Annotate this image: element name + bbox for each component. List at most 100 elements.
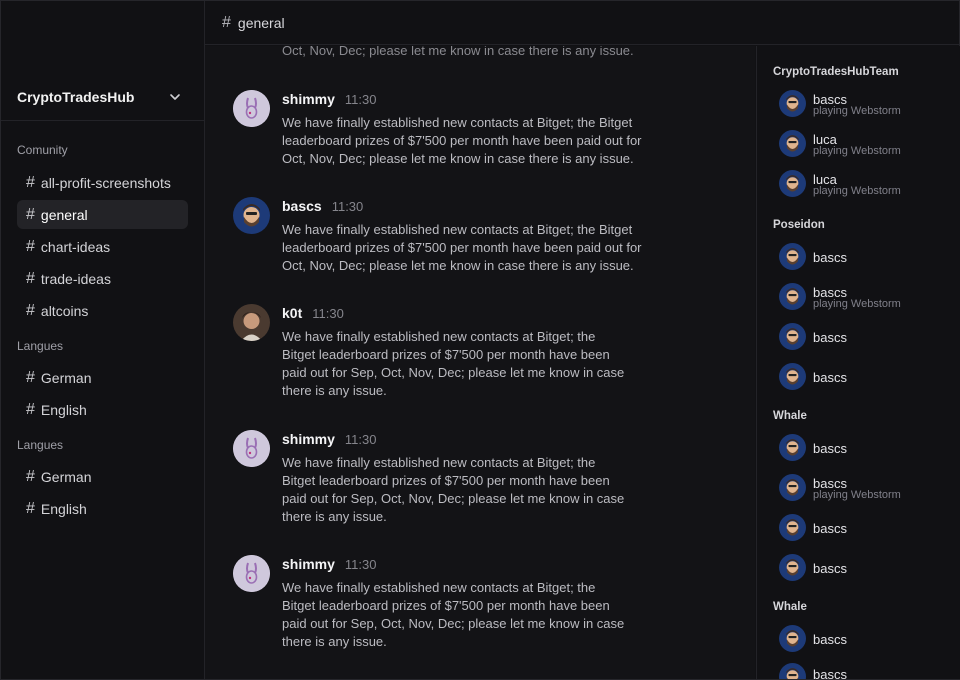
member-list[interactable]: CryptoTradesHubTeam bascs playing Websto… xyxy=(756,46,960,679)
channel-german[interactable]: # German xyxy=(17,363,188,392)
channel-all-profit-screenshots[interactable]: # all-profit-screenshots xyxy=(17,168,188,197)
channel-general[interactable]: # general xyxy=(17,200,188,229)
message: shimmy 11:30 We have finally established… xyxy=(233,90,733,170)
channel-altcoins[interactable]: # altcoins xyxy=(17,296,188,325)
channel-label: German xyxy=(40,369,92,386)
message: k0t 11:30 We have finally established ne… xyxy=(233,304,733,402)
hash-icon: # xyxy=(26,173,35,191)
member-group-label: Whale xyxy=(773,601,807,613)
message-header: k0t 11:30 xyxy=(282,305,344,321)
member-name: bascs xyxy=(813,632,847,647)
avatar-photo[interactable] xyxy=(233,304,270,341)
message-author[interactable]: shimmy xyxy=(282,91,335,107)
message-line: Bitget leaderboard prizes of $7'500 per … xyxy=(282,347,610,362)
server-header[interactable]: CryptoTradesHub xyxy=(1,73,204,121)
member-status: playing Webstorm xyxy=(813,298,901,310)
message-line: Oct, Nov, Dec; please let me know in cas… xyxy=(282,258,634,273)
hash-icon: # xyxy=(26,237,35,255)
channel-label: all-profit-screenshots xyxy=(40,174,171,191)
hash-icon: # xyxy=(26,400,35,418)
hash-icon: # xyxy=(26,368,35,386)
member-group-label: Whale xyxy=(773,410,807,422)
channel-english[interactable]: # English xyxy=(17,395,188,424)
hash-icon: # xyxy=(26,269,35,287)
member-group-label: Poseidon xyxy=(773,219,825,231)
channel-german[interactable]: # German xyxy=(17,462,188,491)
channel-group-label: Langues xyxy=(17,339,64,353)
message-author[interactable]: shimmy xyxy=(282,556,335,572)
message-line: Bitget leaderboard prizes of $7'500 per … xyxy=(282,598,610,613)
server-name: CryptoTradesHub xyxy=(17,88,135,105)
member-name: bascs xyxy=(813,441,847,456)
hash-icon: # xyxy=(26,301,35,319)
message-line: there is any issue. xyxy=(282,509,387,524)
message-time: 11:30 xyxy=(312,306,344,321)
message-header: shimmy 11:30 xyxy=(282,431,377,447)
channel-label: trade-ideas xyxy=(40,270,111,287)
hash-icon: # xyxy=(26,499,35,517)
channel-label: English xyxy=(40,500,87,517)
message-text: We have finally established new contacts… xyxy=(282,114,682,168)
message: shimmy 11:30 We have finally established… xyxy=(233,430,733,528)
avatar xyxy=(779,474,806,501)
message-line: We have finally established new contacts… xyxy=(282,115,633,130)
message-text: We have finally established new contacts… xyxy=(282,328,652,400)
message-line: paid out for Sep, Oct, Nov, Dec; please … xyxy=(282,365,625,380)
message: bascs 11:30 We have finally established … xyxy=(233,197,733,277)
channel-title: general xyxy=(237,14,285,31)
avatar-bearded[interactable] xyxy=(233,197,270,234)
message-line: Bitget leaderboard prizes of $7'500 per … xyxy=(282,473,610,488)
avatar xyxy=(779,363,806,390)
avatar-rabbit[interactable] xyxy=(233,555,270,592)
channel-label: chart-ideas xyxy=(40,238,111,255)
chevron-down-icon[interactable] xyxy=(168,90,182,104)
message-line: leaderboard prizes of $7'500 per month h… xyxy=(282,240,642,255)
channel-trade-ideas[interactable]: # trade-ideas xyxy=(17,264,188,293)
member-group-label: CryptoTradesHubTeam xyxy=(773,66,899,78)
message-line: leaderboard prizes of $7'500 per month h… xyxy=(282,133,642,148)
message-line: there is any issue. xyxy=(282,634,387,649)
message-header: shimmy 11:30 xyxy=(282,556,377,572)
message-text: We have finally established new contacts… xyxy=(282,454,652,526)
message-header: bascs 11:30 xyxy=(282,198,363,214)
member-status: playing Webstorm xyxy=(813,489,901,501)
message-text: We have finally established new contacts… xyxy=(282,221,682,275)
member-status: playing Webstorm xyxy=(813,185,901,197)
channel-group-label: Comunity xyxy=(17,143,68,157)
message-author[interactable]: shimmy xyxy=(282,431,335,447)
avatar xyxy=(779,283,806,310)
avatar xyxy=(779,90,806,117)
message-line: there is any issue. xyxy=(282,383,387,398)
message: shimmy 11:30 We have finally established… xyxy=(233,555,733,653)
message-list[interactable]: Oct, Nov, Dec; please let me know in cas… xyxy=(205,46,755,679)
member-status: playing Webstorm xyxy=(813,105,901,117)
avatar xyxy=(779,554,806,581)
channel-chart-ideas[interactable]: # chart-ideas xyxy=(17,232,188,261)
channel-label: general xyxy=(40,206,88,223)
avatar xyxy=(779,170,806,197)
channel-english[interactable]: # English xyxy=(17,494,188,523)
message-text-cutoff: Oct, Nov, Dec; please let me know in cas… xyxy=(282,46,634,58)
member-name: bascs xyxy=(813,370,847,385)
member-name: bascs xyxy=(813,521,847,536)
avatar-rabbit[interactable] xyxy=(233,90,270,127)
channel-label: English xyxy=(40,401,87,418)
channel-group-label: Langues xyxy=(17,438,64,452)
message-line: We have finally established new contacts… xyxy=(282,329,596,344)
member-status: playing Webstorm xyxy=(813,145,901,157)
message-author[interactable]: k0t xyxy=(282,305,302,321)
message-line: paid out for Sep, Oct, Nov, Dec; please … xyxy=(282,616,625,631)
message-author[interactable]: bascs xyxy=(282,198,322,214)
message-time: 11:30 xyxy=(344,432,377,447)
message-line: We have finally established new contacts… xyxy=(282,580,596,595)
avatar-rabbit[interactable] xyxy=(233,430,270,467)
avatar xyxy=(779,323,806,350)
channel-label: altcoins xyxy=(40,302,89,319)
member-name: bascs xyxy=(813,250,847,265)
channel-label: German xyxy=(40,468,92,485)
member-name: bascs xyxy=(813,330,847,345)
avatar xyxy=(779,514,806,541)
avatar xyxy=(779,434,806,461)
message-time: 11:30 xyxy=(331,199,364,214)
message-line: We have finally established new contacts… xyxy=(282,222,633,237)
